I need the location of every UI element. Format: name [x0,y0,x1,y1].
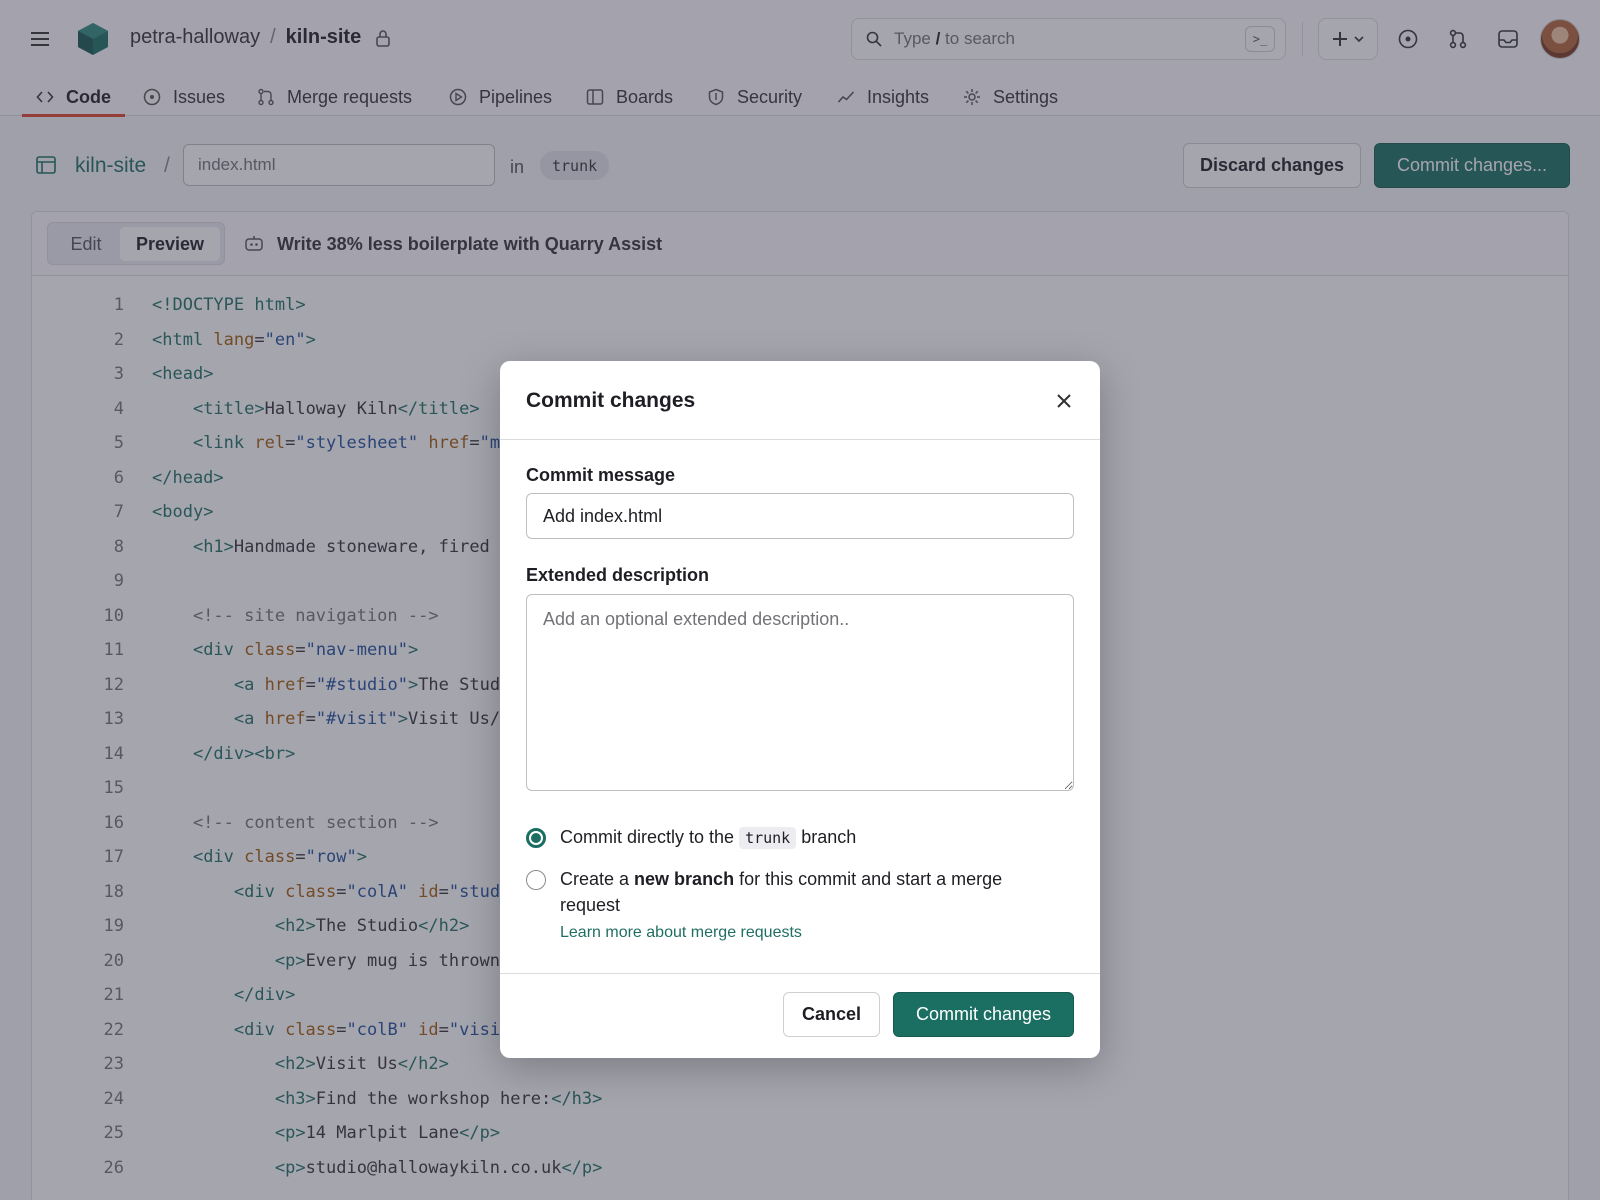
option-direct-label[interactable]: Commit directly to the trunk branch [560,824,856,851]
divider [500,973,1100,974]
radio-new-branch[interactable] [526,870,546,890]
cancel-button[interactable]: Cancel [783,992,880,1037]
extended-description-textarea[interactable] [526,594,1074,791]
commit-message-label: Commit message [526,465,676,485]
option-new-branch-label[interactable]: Create a new branch for this commit and … [560,866,1040,918]
branch-code-chip: trunk [739,827,797,849]
divider [500,439,1100,440]
extended-description-label: Extended description [526,565,710,585]
close-icon[interactable] [1054,391,1074,411]
commit-modal: Commit changes Commit message Extended d… [500,361,1100,1058]
commit-changes-button[interactable]: Commit changes [893,992,1074,1037]
modal-title: Commit changes [526,389,696,412]
radio-commit-directly[interactable] [526,828,546,848]
learn-more-link[interactable]: Learn more about merge requests [560,924,802,942]
commit-message-input[interactable] [526,493,1074,539]
